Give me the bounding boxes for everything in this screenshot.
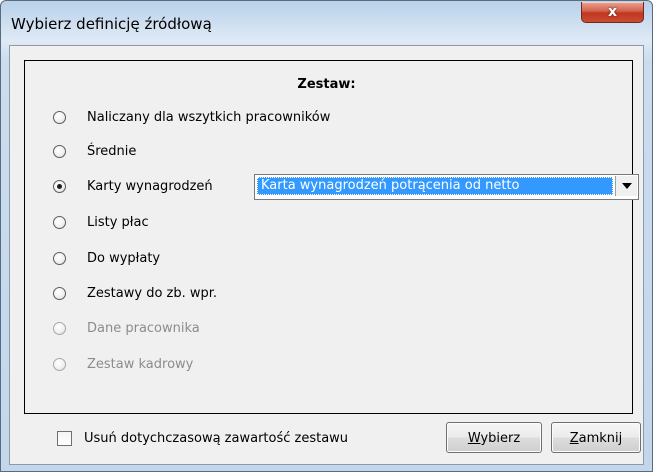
close-window-button[interactable]: x: [581, 2, 644, 23]
option-averages[interactable]: Średnie: [53, 141, 136, 161]
option-input-sets[interactable]: Zestawy do zb. wpr.: [53, 283, 217, 303]
radio-to-payout[interactable]: [53, 251, 66, 265]
radio-payrolls[interactable]: [53, 215, 66, 229]
close-button[interactable]: Zamknij: [551, 422, 641, 453]
radio-pay-cards[interactable]: [53, 179, 66, 193]
select-button-accelerator: W: [467, 431, 481, 446]
option-label: Listy płac: [87, 214, 149, 230]
pay-card-select[interactable]: Karta wynagrodzeń potrącenia od netto: [254, 174, 639, 200]
clear-set-checkbox[interactable]: [57, 430, 72, 446]
option-employee-data: Dane pracownika: [53, 318, 200, 338]
radio-input-sets[interactable]: [53, 286, 66, 300]
option-payrolls[interactable]: Listy płac: [53, 212, 149, 232]
dropdown-button[interactable]: [615, 176, 637, 196]
option-label: Dane pracownika: [87, 320, 200, 336]
radio-averages[interactable]: [53, 144, 66, 158]
option-label: Zestaw kadrowy: [87, 356, 194, 372]
option-hr-set: Zestaw kadrowy: [53, 354, 193, 374]
chevron-down-icon: [621, 183, 632, 189]
option-label: Karty wynagrodzeń: [87, 178, 213, 194]
close-button-label: amknij: [578, 431, 623, 446]
group-title: Zestaw:: [297, 77, 356, 92]
pay-card-select-value[interactable]: Karta wynagrodzeń potrącenia od netto: [257, 177, 613, 195]
radio-employee-data: [53, 321, 66, 335]
option-pay-cards[interactable]: Karty wynagrodzeń: [53, 176, 213, 196]
radio-hr-set: [53, 357, 66, 371]
select-button-label: ybierz: [480, 431, 521, 446]
clear-set-option[interactable]: Usuń dotychczasową zawartość zestawu: [57, 430, 348, 446]
clear-set-label: Usuń dotychczasową zawartość zestawu: [84, 430, 349, 446]
option-label: Średnie: [87, 143, 137, 159]
option-to-payout[interactable]: Do wypłaty: [53, 248, 160, 268]
close-button-accelerator: Z: [569, 431, 579, 446]
option-label: Naliczany dla wszytkich pracowników: [87, 109, 331, 125]
select-button[interactable]: Wybierz: [446, 422, 542, 453]
close-icon: x: [607, 4, 618, 20]
option-label: Do wypłaty: [87, 250, 161, 266]
radio-all-employees[interactable]: [53, 110, 66, 124]
option-all-employees[interactable]: Naliczany dla wszytkich pracowników: [53, 107, 330, 127]
option-label: Zestawy do zb. wpr.: [87, 285, 218, 301]
window-title: Wybierz definicję źródłową: [11, 15, 212, 33]
